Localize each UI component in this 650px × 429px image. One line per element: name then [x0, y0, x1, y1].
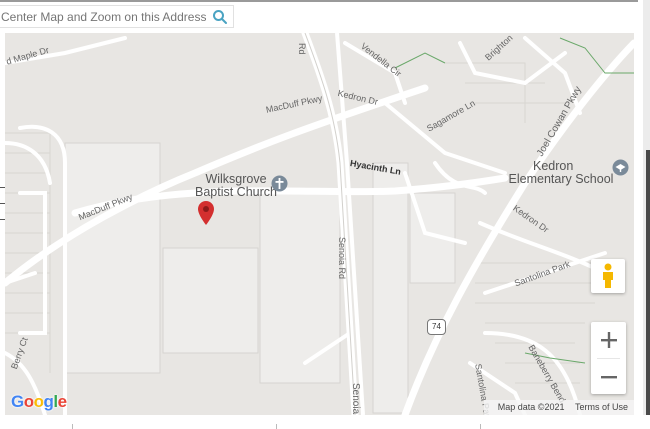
pegman-icon: [601, 263, 615, 294]
church-icon[interactable]: [271, 175, 288, 197]
map-data-text: Map data ©2021: [497, 402, 565, 412]
divider: [72, 424, 73, 429]
zoom-out-button[interactable]: [591, 359, 626, 394]
poi-label-school[interactable]: Kedron Elementary School: [503, 160, 619, 186]
plus-icon: [601, 332, 617, 353]
map-canvas[interactable]: d Maple Dr Rd Vendella Cir Brighton Kedr…: [5, 33, 634, 415]
poi-label-church[interactable]: Wilksgrove Baptist Church: [195, 173, 277, 199]
address-search-box: [0, 5, 234, 28]
road-label-senoia-rd: Senoia Rd: [337, 237, 347, 280]
poi-label-school-line2: Elementary School: [508, 172, 614, 186]
top-divider: [0, 0, 638, 2]
street-view-pegman-button[interactable]: [591, 259, 625, 293]
google-logo[interactable]: Google: [11, 392, 67, 412]
location-marker-icon[interactable]: [198, 201, 214, 230]
bottom-bar: [0, 415, 650, 429]
highway-shield: 74: [427, 319, 446, 335]
search-icon[interactable]: [211, 8, 229, 26]
zoom-control: [591, 322, 626, 394]
divider: [276, 424, 277, 429]
top-bar: [0, 0, 650, 33]
map-attribution: Map data ©2021 Terms of Use: [483, 400, 634, 415]
minus-icon: [601, 369, 617, 390]
address-search-input[interactable]: [0, 6, 206, 27]
school-icon[interactable]: [612, 159, 629, 181]
poi-label-church-line2: Baptist Church: [195, 185, 277, 199]
terms-of-use-link[interactable]: Terms of Use: [575, 402, 628, 412]
page-scrollbar[interactable]: [643, 0, 650, 429]
road-label-senoia-bottom: Senoia: [350, 383, 361, 415]
divider: [480, 424, 481, 429]
zoom-in-button[interactable]: [591, 322, 626, 357]
road-label-rd-top: Rd: [297, 43, 307, 55]
